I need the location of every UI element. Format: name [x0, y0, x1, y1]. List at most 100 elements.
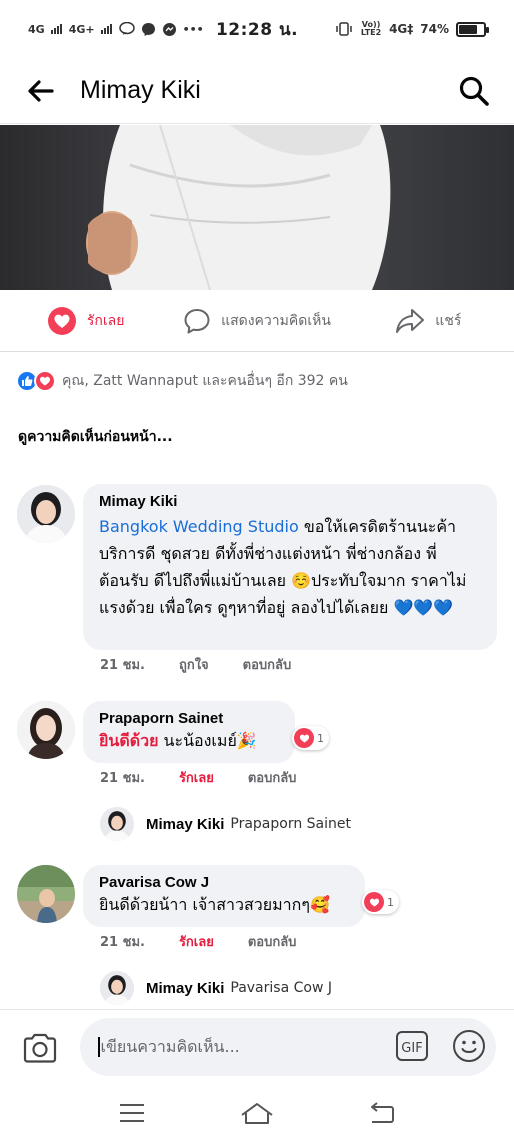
signal-icon [50, 24, 62, 34]
reply-text: Prapaporn Sainet [230, 816, 351, 832]
reply-preview[interactable]: Mimay Kiki Pavarisa Cow J [100, 971, 332, 1005]
speech-bubble-icon [184, 308, 210, 333]
reactions-summary[interactable]: คุณ, Zatt Wannaput และคนอื่นๆ อีก 392 คน [16, 370, 348, 392]
comment-body: นะน้องเมย์🎉 [158, 731, 257, 750]
comment-meta: 21 ชม. ถูกใจ ตอบกลับ [100, 654, 325, 675]
comment-time: 21 ชม. [100, 658, 145, 673]
avatar[interactable] [17, 485, 75, 543]
reaction-count: 1 [317, 731, 324, 745]
messenger-icon [141, 22, 155, 36]
status-left-icons: 4G 4G+ ••• [28, 22, 204, 37]
share-arrow-icon [396, 308, 425, 333]
comment-text: ยินดีด้วยน้าา เจ้าสาวสวยมากๆ🥰 [99, 895, 330, 914]
menu-lines-icon [120, 1104, 145, 1122]
comment-reaction-badge[interactable]: 1 [362, 890, 399, 914]
comment-author[interactable]: Prapaporn Sainet [99, 710, 279, 727]
view-previous-comments-link[interactable]: ดูความคิดเห็นก่อนหน้า... [18, 426, 173, 448]
reply-preview[interactable]: Mimay Kiki Prapaporn Sainet [100, 807, 351, 841]
messenger-icon [162, 22, 176, 36]
comment-meta: 21 ชม. รักเลย ตอบกลับ [100, 931, 330, 952]
comment-input-placeholder: เขียนความคิดเห็น... [100, 1036, 240, 1056]
arrow-left-icon [28, 79, 54, 102]
back-button[interactable] [0, 58, 80, 124]
avatar [100, 807, 134, 841]
comment-highlight-text: ยินดีด้วย [99, 731, 159, 750]
reactions-summary-text: คุณ, Zatt Wannaput และคนอื่นๆ อีก 392 คน [62, 373, 348, 389]
avatar-image [17, 701, 75, 759]
reply-button[interactable]: ตอบกลับ [248, 931, 297, 952]
comment-text: ยินดีด้วย นะน้องเมย์🎉 [99, 730, 279, 752]
avatar [100, 971, 134, 1005]
reaction-count: 1 [387, 895, 394, 909]
love-comment-button[interactable]: รักเลย [179, 767, 214, 788]
gif-button[interactable]: GIF [394, 1028, 430, 1064]
home-button[interactable] [232, 1093, 282, 1133]
reply-author: Mimay Kiki [146, 979, 225, 997]
recent-apps-button[interactable] [107, 1093, 157, 1133]
avatar[interactable] [17, 865, 75, 923]
gif-label: GIF [401, 1041, 422, 1056]
app-header: Mimay Kiki [0, 58, 514, 124]
reply-button[interactable]: ตอบกลับ [243, 654, 292, 675]
volte-label: Vo)) LTE2 [360, 20, 382, 37]
comment-bubble[interactable]: Pavarisa Cow J ยินดีด้วยน้าา เจ้าสาวสวยม… [83, 865, 365, 927]
comment-author[interactable]: Mimay Kiki [99, 493, 481, 510]
battery-level-fill [459, 24, 477, 34]
comment-reaction-badge[interactable]: 1 [292, 726, 329, 750]
comment-author[interactable]: Pavarisa Cow J [99, 874, 349, 891]
reply-author: Mimay Kiki [146, 815, 225, 833]
network-4g-plus-label: 4G+ [68, 22, 95, 36]
magnifier-icon [459, 76, 489, 106]
like-comment-button[interactable]: ถูกใจ [179, 654, 209, 675]
system-nav-bar [0, 1084, 514, 1142]
page-title: Mimay Kiki [80, 76, 201, 104]
signal-icon [100, 24, 112, 34]
comment-bubble[interactable]: Mimay Kiki Bangkok Wedding Studio ขอให้เ… [83, 484, 497, 650]
love-button[interactable]: รักเลย [0, 306, 171, 336]
home-icon [241, 1103, 273, 1124]
love-reaction-icon [34, 370, 56, 392]
comment-input[interactable]: เขียนความคิดเห็น... [80, 1018, 496, 1076]
battery-percent: 74% [420, 22, 449, 36]
comment-text: Bangkok Wedding Studio ขอให้เครดิตร้านนะ… [99, 513, 481, 621]
comment-composer: เขียนความคิดเห็น... GIF [0, 1009, 514, 1084]
signal-4g-label: 4G‡ [389, 22, 414, 36]
comment-bubble[interactable]: Prapaporn Sainet ยินดีด้วย นะน้องเมย์🎉 [83, 701, 295, 763]
network-4g-label: 4G [28, 22, 45, 36]
emoji-button[interactable] [450, 1027, 488, 1065]
tagged-page-link[interactable]: Bangkok Wedding Studio [99, 517, 299, 536]
share-label: แชร์ [435, 312, 462, 329]
vibrate-icon [336, 22, 352, 36]
camera-button[interactable] [20, 1028, 60, 1068]
line-app-icon [118, 22, 135, 35]
smiley-icon [453, 1030, 485, 1062]
share-button[interactable]: แชร์ [343, 307, 514, 335]
heart-icon [47, 306, 76, 335]
post-photo[interactable] [0, 125, 514, 290]
camera-icon [23, 1033, 57, 1063]
comment-label: แสดงความคิดเห็น [221, 312, 331, 329]
heart-icon [364, 892, 384, 912]
back-nav-icon [370, 1102, 394, 1123]
comment-time: 21 ชม. [100, 771, 145, 786]
gif-icon: GIF [396, 1031, 428, 1061]
avatar-image [17, 485, 75, 543]
comment-time: 21 ชม. [100, 935, 145, 950]
heart-icon [294, 728, 314, 748]
reply-text: Pavarisa Cow J [230, 980, 332, 996]
more-notifications-icon: ••• [182, 22, 204, 36]
battery-icon [456, 21, 489, 37]
wedding-photo-image [0, 125, 514, 290]
avatar-image [17, 865, 75, 923]
search-button[interactable] [454, 71, 494, 111]
comment-meta: 21 ชม. รักเลย ตอบกลับ [100, 767, 330, 788]
love-comment-button[interactable]: รักเลย [179, 931, 214, 952]
post-actions: รักเลย แสดงความคิดเห็น แชร์ [0, 290, 514, 352]
back-nav-button[interactable] [357, 1093, 407, 1133]
comment-button[interactable]: แสดงความคิดเห็น [171, 307, 342, 335]
reaction-icons [16, 370, 56, 392]
reply-button[interactable]: ตอบกลับ [248, 767, 297, 788]
status-bar: 4G 4G+ ••• 12:28 น. Vo)) LTE2 4G‡ 74% [0, 0, 514, 58]
love-label: รักเลย [86, 312, 125, 329]
avatar[interactable] [17, 701, 75, 759]
